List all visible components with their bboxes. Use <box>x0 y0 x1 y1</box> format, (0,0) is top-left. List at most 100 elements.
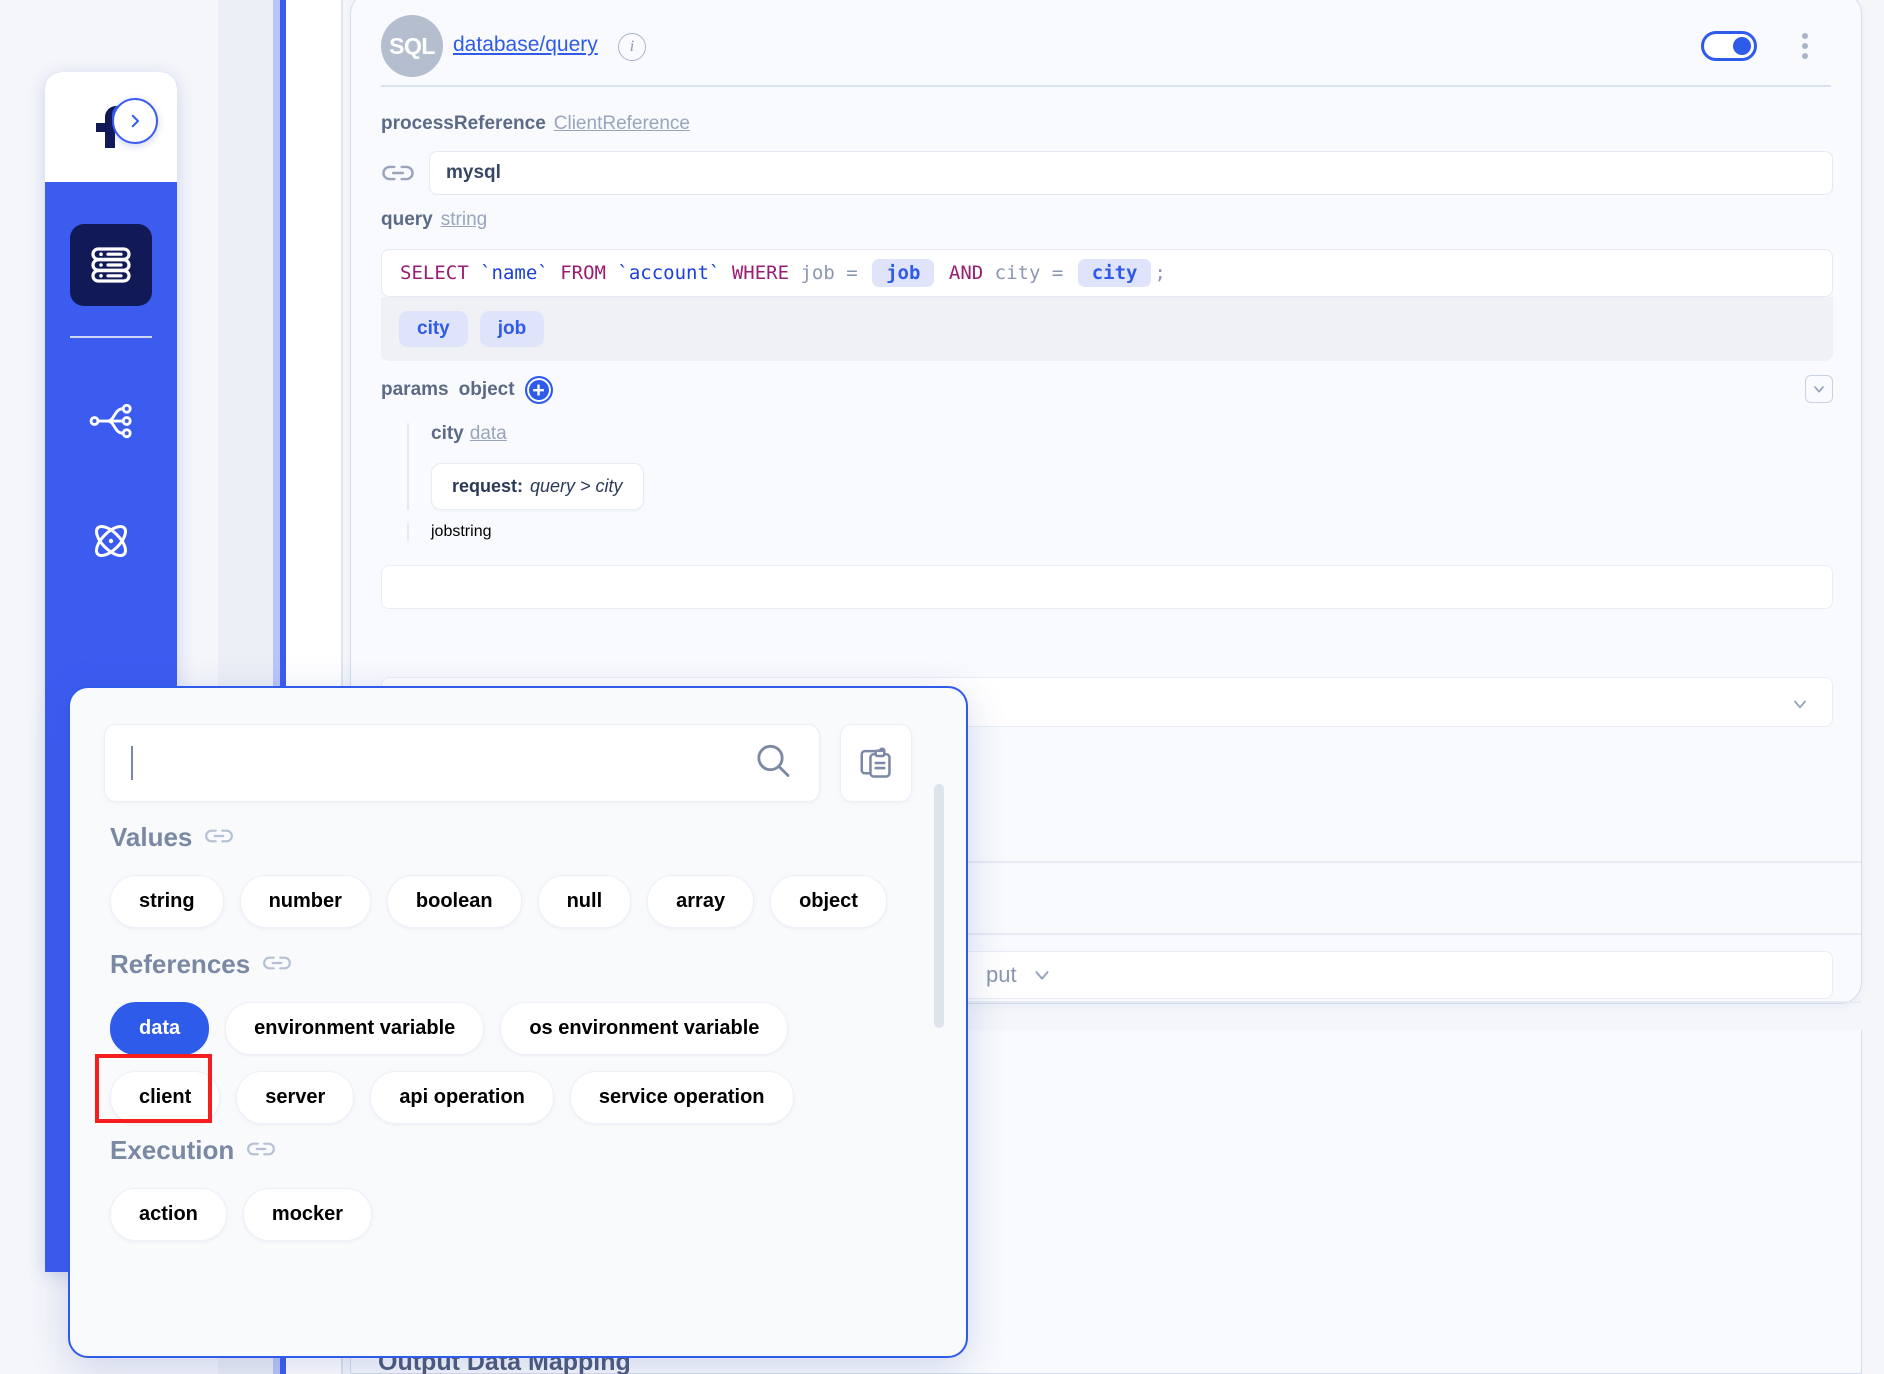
toggle-knob <box>1733 37 1751 55</box>
sql-avatar-icon: SQL <box>381 15 443 77</box>
sidebar-expand-button[interactable] <box>112 98 158 144</box>
query-label: query <box>381 209 433 230</box>
chain-link-glyph <box>247 1142 276 1156</box>
sql-param-chip[interactable]: city <box>1077 259 1152 287</box>
section-execution-header: Execution <box>110 1135 372 1166</box>
chevron-down-icon <box>1035 971 1049 980</box>
sql-token: AND <box>948 262 984 284</box>
sql-variable-chip-bar: city job <box>381 297 1833 361</box>
chevron-right-icon <box>131 114 139 128</box>
params-label-row: params object + <box>381 376 553 404</box>
sql-token: ; <box>1154 262 1166 284</box>
option-chip-boolean[interactable]: boolean <box>386 875 522 928</box>
option-chip-action[interactable]: action <box>110 1188 227 1241</box>
kebab-dot <box>1802 43 1808 49</box>
sql-variable-chip[interactable]: job <box>479 311 545 347</box>
option-chip-string[interactable]: string <box>110 875 224 928</box>
process-reference-type[interactable]: ClientReference <box>554 113 690 134</box>
params-collapse-button[interactable] <box>1805 375 1833 403</box>
link-icon <box>204 822 234 853</box>
link-icon <box>262 949 292 980</box>
output-section-label: put <box>986 962 1017 987</box>
node-header: SQL database/query i <box>351 0 1861 85</box>
params-job-group: jobstring <box>407 523 491 541</box>
option-chip-environment-variable[interactable]: environment variable <box>225 1002 485 1055</box>
search-icon[interactable] <box>753 741 793 786</box>
param-city-name: city <box>431 423 464 444</box>
reference-link-icon <box>381 161 415 185</box>
popup-search-row <box>104 724 912 802</box>
flow-icon <box>89 403 132 439</box>
option-chip-service-operation[interactable]: service operation <box>569 1071 794 1124</box>
param-city-label-row: city data <box>431 423 644 445</box>
option-chip-object[interactable]: object <box>770 875 887 928</box>
param-job-value-input[interactable] <box>381 565 1833 609</box>
params-city-group: city data request: query > city <box>407 423 644 510</box>
process-reference-input[interactable]: mysql <box>429 151 1833 195</box>
param-city-type[interactable]: data <box>470 423 507 444</box>
section-execution-title: Execution <box>110 1135 235 1165</box>
section-values-title: Values <box>110 822 193 852</box>
query-type[interactable]: string <box>441 209 487 230</box>
sidebar-item-atom[interactable] <box>70 500 152 582</box>
section-values-header: Values <box>110 822 887 853</box>
option-chip-data[interactable]: data <box>110 1002 210 1055</box>
chain-link-icon <box>382 165 414 181</box>
chevron-down-icon <box>1814 386 1824 393</box>
section-references: References data environment variable os en… <box>110 949 890 1124</box>
param-job-label-row: jobstring <box>431 523 491 541</box>
option-chip-number[interactable]: number <box>239 875 371 928</box>
sql-token: city = <box>983 262 1075 284</box>
param-city-mapping-value: query > city <box>530 476 623 496</box>
text-caret <box>131 746 133 780</box>
section-values-chip-list: string number boolean null array object <box>110 875 887 928</box>
process-reference-label: processReference <box>381 113 546 134</box>
sidebar-item-database[interactable] <box>70 224 152 306</box>
sql-token: FROM <box>560 262 606 284</box>
link-icon <box>246 1135 276 1166</box>
option-chip-null[interactable]: null <box>537 875 632 928</box>
paste-from-clipboard-button[interactable] <box>840 724 912 802</box>
sidebar-item-flow[interactable] <box>70 380 152 462</box>
process-reference-label-row: processReference ClientReference <box>381 113 690 135</box>
sql-token: job = <box>789 262 870 284</box>
option-chip-array[interactable]: array <box>647 875 755 928</box>
params-add-button[interactable]: + <box>524 376 553 404</box>
node-title-link[interactable]: database/query <box>453 33 598 57</box>
node-enabled-toggle[interactable] <box>1701 31 1757 61</box>
database-icon <box>91 247 131 283</box>
select-chevron-wrap <box>1790 694 1810 719</box>
sql-token: WHERE <box>731 262 790 284</box>
header-divider <box>381 85 1831 87</box>
info-icon[interactable]: i <box>618 33 646 61</box>
kebab-dot <box>1802 33 1808 39</box>
sql-param-chip[interactable]: job <box>872 259 935 287</box>
params-label: params <box>381 379 449 400</box>
popup-scrollbar-thumb[interactable] <box>934 784 944 1028</box>
section-values: Values string number boolean null array objec… <box>110 822 887 928</box>
sql-token: `account` <box>617 262 721 284</box>
section-execution: Execution action mocker <box>110 1135 373 1241</box>
search-input[interactable] <box>104 724 820 802</box>
clipboard-paste-icon <box>860 747 891 778</box>
sql-token: `name` <box>480 262 549 284</box>
section-references-title: References <box>110 949 251 979</box>
query-label-row: query string <box>381 209 487 231</box>
chain-link-glyph <box>205 829 234 843</box>
option-chip-server[interactable]: server <box>236 1071 355 1124</box>
option-chip-api-operation[interactable]: api operation <box>370 1071 554 1124</box>
option-chip-mocker[interactable]: mocker <box>242 1188 373 1241</box>
node-more-menu-button[interactable] <box>1793 29 1817 63</box>
magnifier-glyph <box>757 744 790 777</box>
sql-variable-chip[interactable]: city <box>399 311 468 347</box>
param-job-type[interactable]: string <box>452 523 491 540</box>
option-chip-client[interactable]: client <box>110 1071 221 1124</box>
sql-token: SELECT <box>400 262 469 284</box>
param-city-mapping-pill[interactable]: request: query > city <box>431 463 644 510</box>
params-type[interactable]: object <box>459 379 515 401</box>
sql-query-editor[interactable]: SELECT `name` FROM `account` WHERE job =… <box>381 249 1833 297</box>
option-chip-os-environment-variable[interactable]: os environment variable <box>500 1002 789 1055</box>
